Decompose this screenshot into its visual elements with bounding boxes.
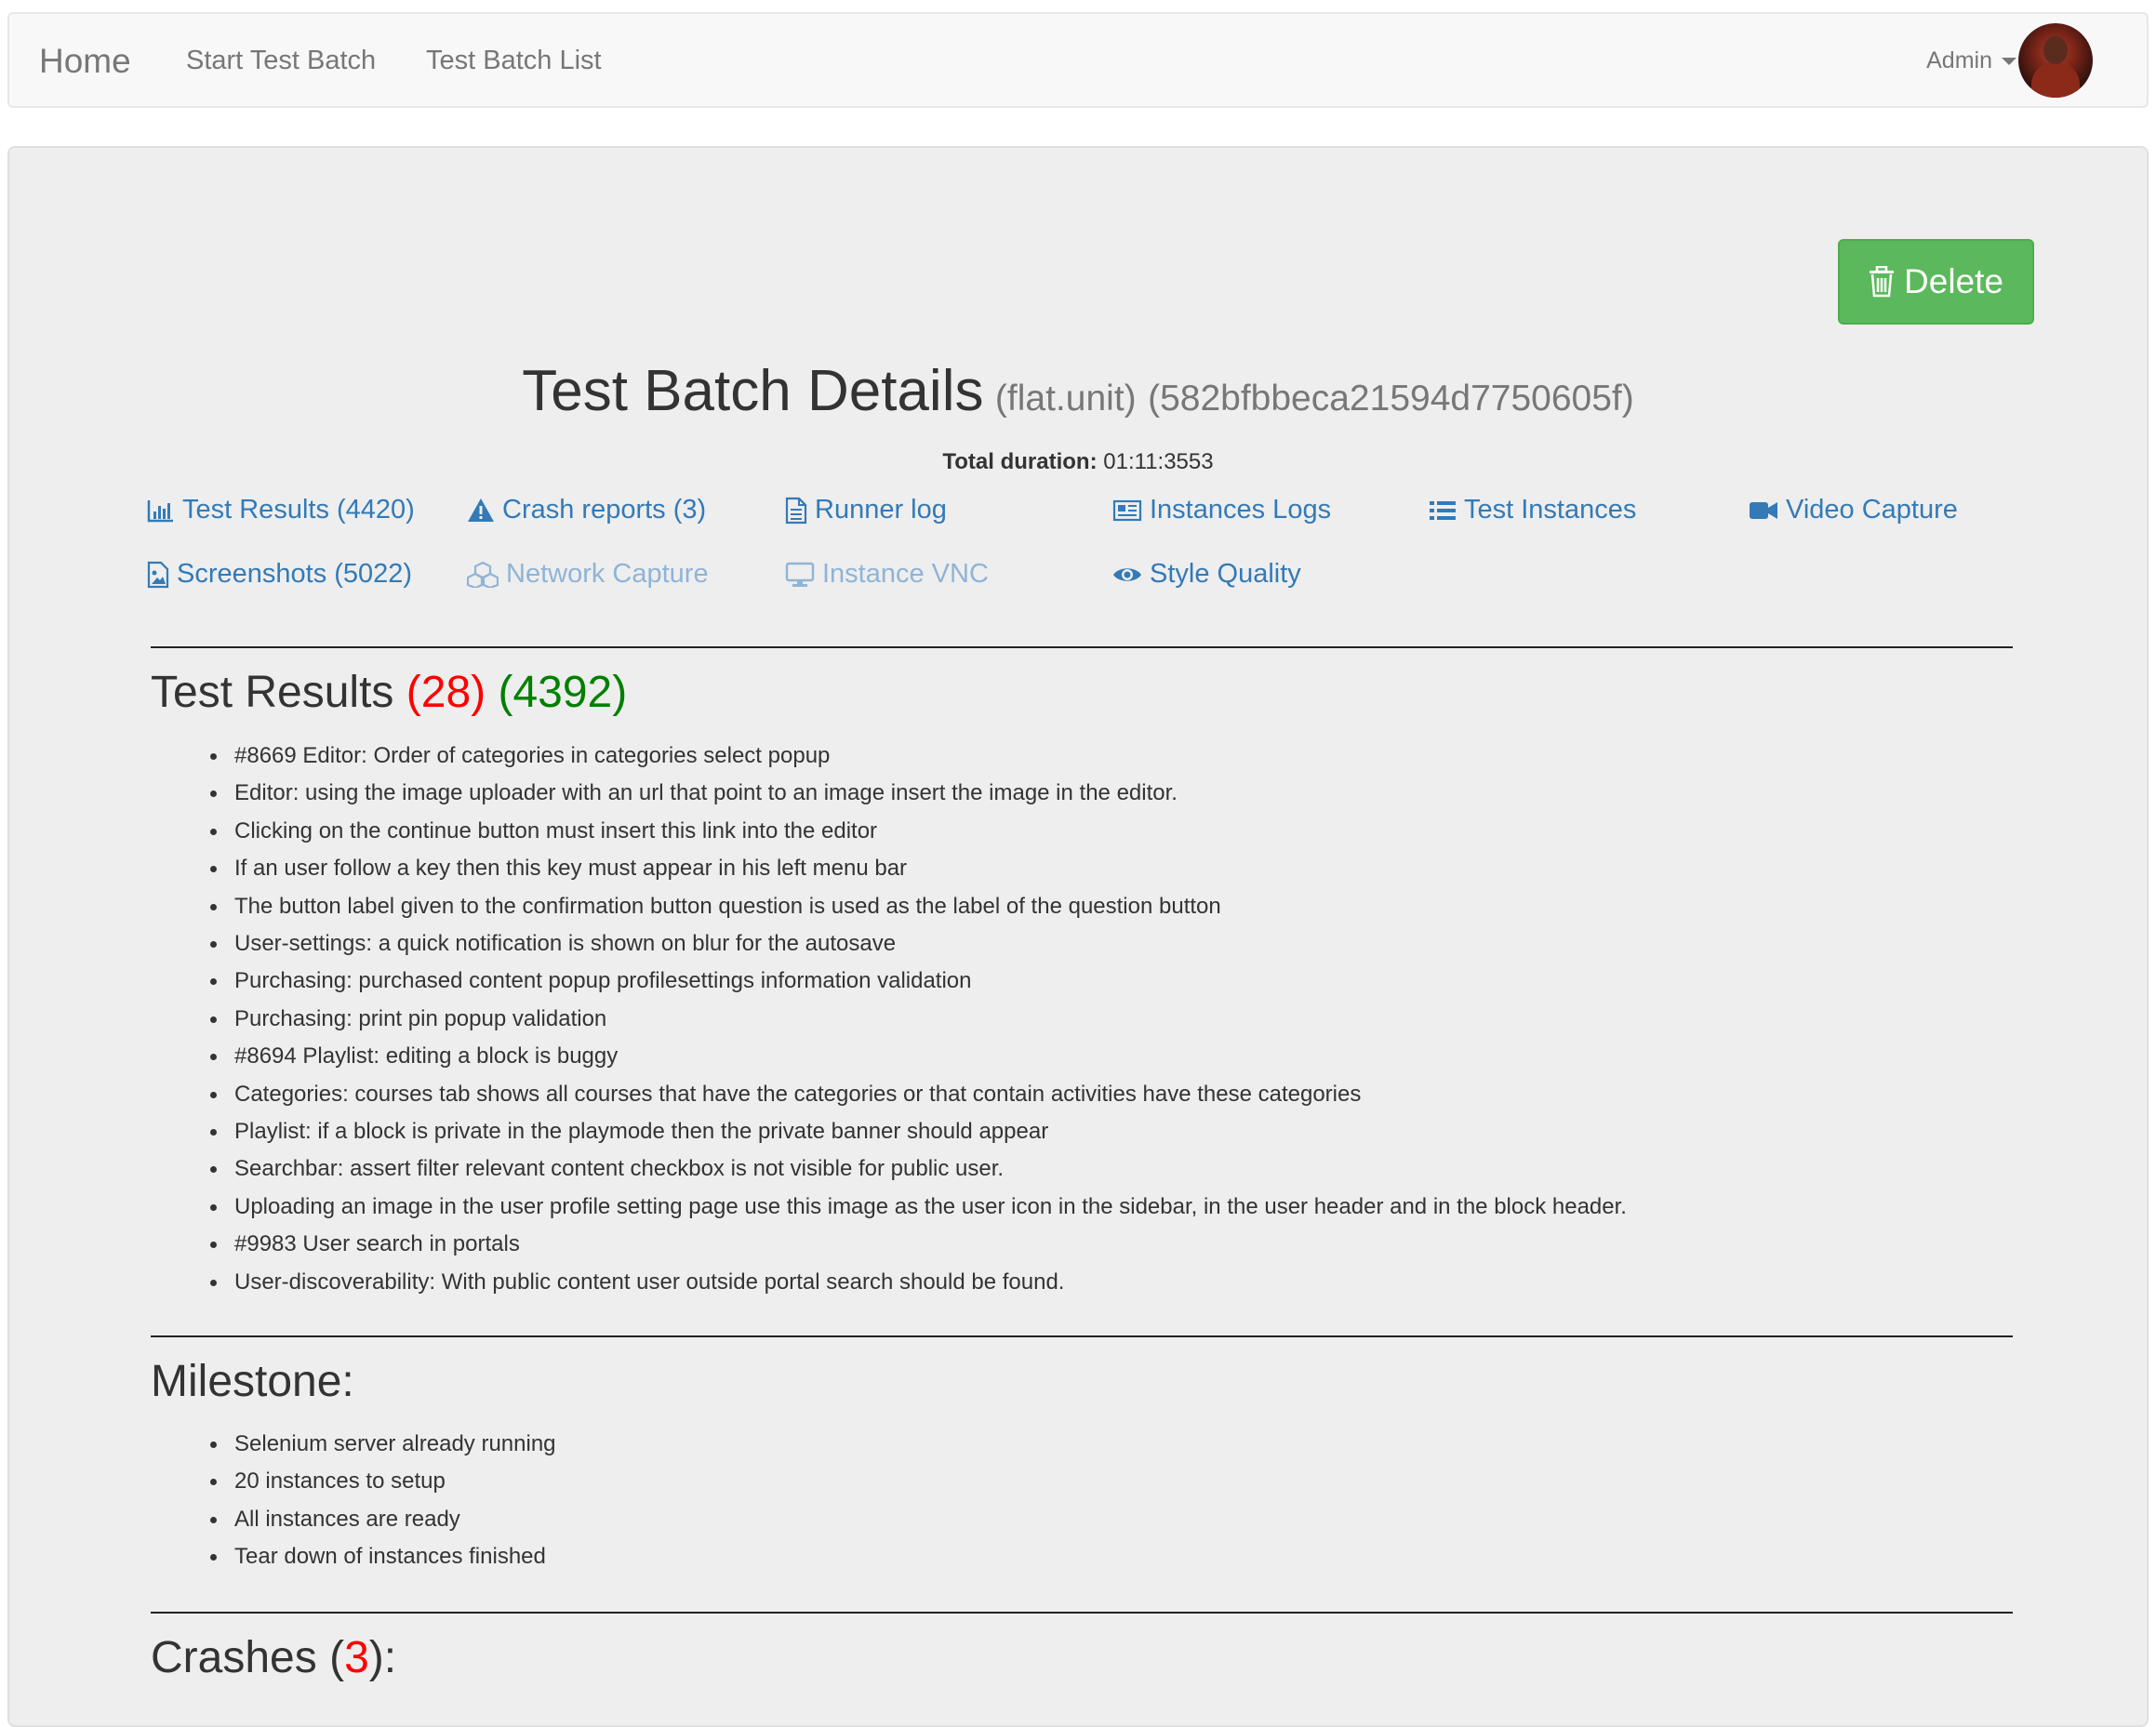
eye-icon <box>1113 567 1141 581</box>
test-results-heading-label: Test Results <box>151 668 394 717</box>
list-item: Clicking on the continue button must ins… <box>210 813 1627 850</box>
network-capture-link[interactable]: Network Capture <box>467 559 709 590</box>
nav-home-link[interactable]: Home <box>39 42 131 81</box>
failed-count: (28) <box>406 668 486 717</box>
list-item: Selenium server already running <box>210 1426 556 1463</box>
crashes-heading-prefix: Crashes ( <box>151 1633 345 1682</box>
list-icon <box>1430 500 1456 520</box>
video-capture-link-label: Video Capture <box>1786 495 1958 525</box>
bar-chart-icon <box>147 499 173 522</box>
batch-type: (flat.unit) <box>994 379 1137 418</box>
milestone-heading: Milestone: <box>151 1357 354 1406</box>
divider <box>151 646 2013 648</box>
delete-button[interactable]: Delete <box>1838 239 2034 325</box>
list-item: If an user follow a key then this key mu… <box>210 850 1627 887</box>
trash-icon <box>1870 266 1895 298</box>
list-item: Tear down of instances finished <box>210 1538 556 1575</box>
test-instances-link-label: Test Instances <box>1464 495 1637 525</box>
list-item: Searchbar: assert filter relevant conten… <box>210 1150 1627 1188</box>
style-quality-link[interactable]: Style Quality <box>1112 559 1301 590</box>
total-duration: Total duration: 01:11:3553 <box>9 449 2147 475</box>
crash-reports-link-label: Crash reports (3) <box>502 495 707 525</box>
list-item: Purchasing: purchased content popup prof… <box>210 963 1627 1000</box>
video-camera-icon <box>1750 501 1777 519</box>
list-item: Purchasing: print pin popup validation <box>210 1001 1627 1038</box>
list-item: #8669 Editor: Order of categories in cat… <box>210 737 1627 775</box>
list-item: All instances are ready <box>210 1501 556 1538</box>
newspaper-icon <box>1112 499 1142 521</box>
failed-tests-list: #8669 Editor: Order of categories in cat… <box>210 737 1627 1301</box>
batch-details-panel: Delete Test Batch Details (flat.unit) (5… <box>7 146 2149 1727</box>
list-item: #9983 User search in portals <box>210 1226 1627 1263</box>
top-navbar: Home Start Test Batch Test Batch List Ad… <box>7 12 2149 108</box>
list-item: The button label given to the confirmati… <box>210 888 1627 925</box>
network-capture-link-label: Network Capture <box>506 559 709 589</box>
avatar-body-shape <box>2031 62 2080 98</box>
crash-reports-link[interactable]: Crash reports (3) <box>467 495 706 525</box>
desktop-icon <box>785 562 815 587</box>
crashes-heading-suffix: ): <box>368 1633 397 1682</box>
divider <box>151 1335 2013 1337</box>
list-item: User-discoverability: With public conten… <box>210 1264 1627 1301</box>
instance-vnc-link-label: Instance VNC <box>822 559 989 589</box>
nav-test-batch-list-link[interactable]: Test Batch List <box>426 46 602 76</box>
list-item: User-settings: a quick notification is s… <box>210 925 1627 963</box>
instances-logs-link[interactable]: Instances Logs <box>1112 495 1331 525</box>
cubes-icon <box>467 561 499 588</box>
caret-down-icon <box>2002 57 2016 65</box>
list-item: #8694 Playlist: editing a block is buggy <box>210 1038 1627 1075</box>
crash-count: 3 <box>344 1633 369 1682</box>
avatar-face-shape <box>2043 36 2068 64</box>
instance-vnc-link[interactable]: Instance VNC <box>785 559 989 590</box>
list-item: Uploading an image in the user profile s… <box>210 1189 1627 1226</box>
list-item: Playlist: if a block is private in the p… <box>210 1113 1627 1150</box>
page-title-text: Test Batch Details <box>522 359 984 423</box>
user-name: Admin <box>1926 47 1992 73</box>
passed-count: (4392) <box>498 668 628 717</box>
batch-id: (582bfbbeca21594d7750605f) <box>1148 379 1634 418</box>
list-item: Editor: using the image uploader with an… <box>210 775 1627 812</box>
warning-icon <box>468 498 494 522</box>
user-menu-dropdown[interactable]: Admin <box>1926 47 2016 74</box>
video-capture-link[interactable]: Video Capture <box>1749 495 1958 525</box>
file-text-icon <box>785 497 807 524</box>
runner-log-link-label: Runner log <box>815 495 947 525</box>
nav-start-test-batch-link[interactable]: Start Test Batch <box>186 46 376 76</box>
test-results-link-label: Test Results (4420) <box>182 495 415 525</box>
runner-log-link[interactable]: Runner log <box>785 495 947 525</box>
list-item: 20 instances to setup <box>210 1463 556 1500</box>
test-results-link[interactable]: Test Results (4420) <box>147 495 415 525</box>
duration-label: Total duration: <box>942 449 1098 474</box>
screenshots-link-label: Screenshots (5022) <box>177 559 413 589</box>
divider <box>151 1612 2013 1614</box>
page-title: Test Batch Details (flat.unit) (582bfbbe… <box>9 358 2147 424</box>
style-quality-link-label: Style Quality <box>1150 559 1301 589</box>
test-instances-link[interactable]: Test Instances <box>1429 495 1636 525</box>
test-results-heading: Test Results (28) (4392) <box>151 667 627 718</box>
crashes-heading: Crashes (3): <box>151 1632 396 1683</box>
list-item: Categories: courses tab shows all course… <box>210 1076 1627 1113</box>
delete-label: Delete <box>1904 262 2003 300</box>
screenshots-link[interactable]: Screenshots (5022) <box>147 559 412 590</box>
image-file-icon <box>147 561 169 588</box>
milestone-list: Selenium server already running 20 insta… <box>210 1426 556 1576</box>
duration-value: 01:11:3553 <box>1103 449 1214 474</box>
instances-logs-link-label: Instances Logs <box>1150 495 1332 525</box>
avatar[interactable] <box>2018 23 2093 98</box>
